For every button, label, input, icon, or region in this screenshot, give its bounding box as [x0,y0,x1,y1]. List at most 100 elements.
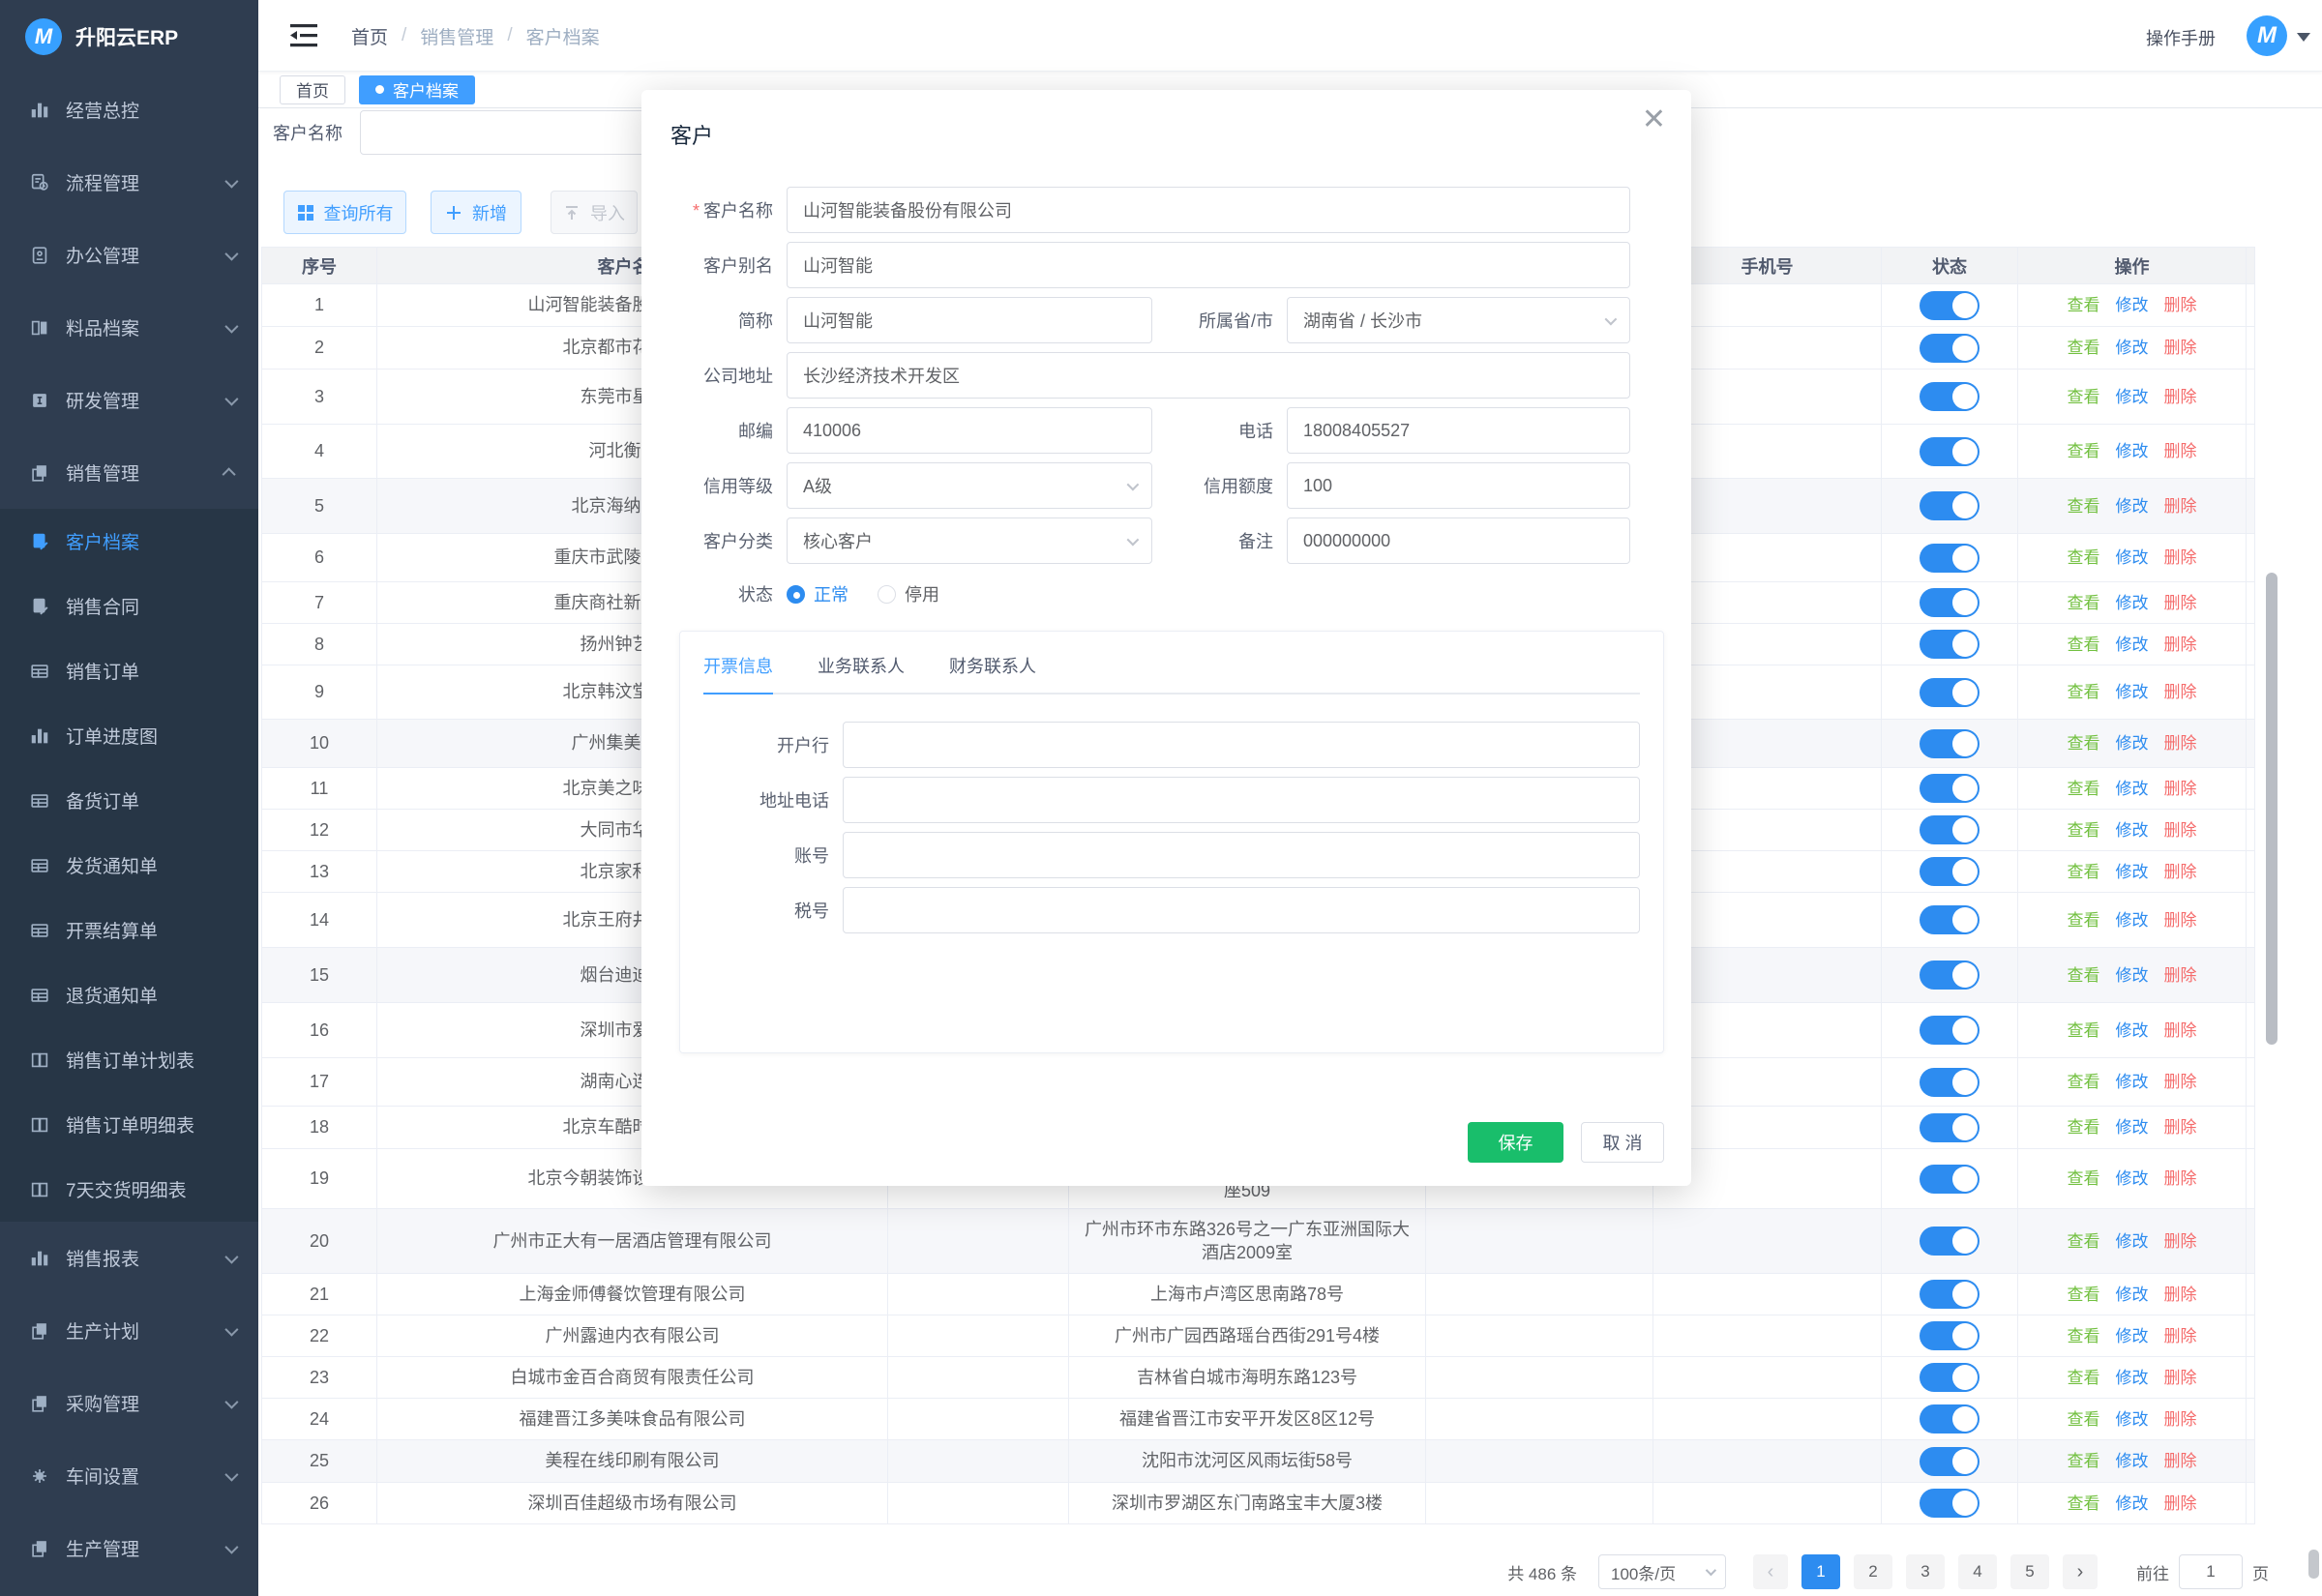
edit-link[interactable]: 修改 [2116,388,2149,406]
menu-fold-icon[interactable] [290,23,317,48]
view-link[interactable]: 查看 [2068,1369,2100,1387]
status-toggle[interactable] [1920,815,1980,844]
status-toggle[interactable] [1920,1165,1980,1194]
tax-no-field[interactable] [843,887,1640,933]
status-toggle[interactable] [1920,1016,1980,1045]
sidebar-item-车间设置[interactable]: 车间设置 [0,1439,258,1512]
bank-field[interactable] [843,722,1640,768]
status-toggle[interactable] [1920,334,1980,363]
edit-link[interactable]: 修改 [2116,442,2149,460]
edit-link[interactable]: 修改 [2116,1369,2149,1387]
bank-address-phone-field[interactable] [843,777,1640,823]
sidebar-item-经营总控[interactable]: 经营总控 [0,74,258,146]
view-link[interactable]: 查看 [2068,594,2100,612]
tab-invoice-info[interactable]: 开票信息 [703,653,773,678]
edit-link[interactable]: 修改 [2116,683,2149,701]
status-radio-normal[interactable]: 正常 [787,581,848,606]
goto-page-input[interactable] [2179,1554,2243,1589]
sidebar-item-料品档案[interactable]: 料品档案 [0,291,258,364]
tab-finance-contact[interactable]: 财务联系人 [949,653,1036,678]
edit-link[interactable]: 修改 [2116,1327,2149,1345]
status-toggle[interactable] [1920,437,1980,466]
edit-link[interactable]: 修改 [2116,1452,2149,1470]
table-scrollbar-thumb[interactable] [2266,573,2277,1045]
status-toggle[interactable] [1920,1113,1980,1142]
delete-link[interactable]: 删除 [2164,548,2197,567]
sidebar-item-销售订单[interactable]: 销售订单 [0,638,258,703]
sidebar-item-7天交货明细表[interactable]: 7天交货明细表 [0,1157,258,1222]
view-link[interactable]: 查看 [2068,1410,2100,1429]
edit-link[interactable]: 修改 [2116,821,2149,840]
tab-home[interactable]: 首页 [280,75,345,104]
view-link[interactable]: 查看 [2068,1169,2100,1188]
add-button[interactable]: 新增 [431,191,521,234]
delete-link[interactable]: 删除 [2164,1118,2197,1137]
status-toggle[interactable] [1920,1447,1980,1476]
sidebar-item-开票结算单[interactable]: 开票结算单 [0,898,258,962]
view-link[interactable]: 查看 [2068,635,2100,654]
tab-business-contact[interactable]: 业务联系人 [818,653,905,678]
view-link[interactable]: 查看 [2068,966,2100,985]
status-toggle[interactable] [1920,961,1980,990]
view-link[interactable]: 查看 [2068,1021,2100,1040]
edit-link[interactable]: 修改 [2116,1021,2149,1040]
page-button-1[interactable]: 1 [1801,1554,1840,1589]
view-link[interactable]: 查看 [2068,780,2100,798]
sidebar-item-备货订单[interactable]: 备货订单 [0,768,258,833]
edit-link[interactable]: 修改 [2116,1169,2149,1188]
delete-link[interactable]: 删除 [2164,1073,2197,1091]
status-toggle[interactable] [1920,857,1980,886]
edit-link[interactable]: 修改 [2116,1494,2149,1513]
edit-link[interactable]: 修改 [2116,911,2149,930]
next-page-button[interactable]: › [2063,1554,2098,1589]
page-scrollbar-thumb[interactable] [2308,1550,2319,1579]
company-address-field[interactable] [787,352,1630,399]
delete-link[interactable]: 删除 [2164,296,2197,314]
edit-link[interactable]: 修改 [2116,1232,2149,1251]
delete-link[interactable]: 删除 [2164,966,2197,985]
sidebar-item-销售合同[interactable]: 销售合同 [0,574,258,638]
view-link[interactable]: 查看 [2068,442,2100,460]
status-toggle[interactable] [1920,1280,1980,1309]
tab-customer-archive[interactable]: 客户档案 [359,75,475,104]
edit-link[interactable]: 修改 [2116,734,2149,753]
sidebar-item-办公管理[interactable]: 办公管理 [0,219,258,291]
edit-link[interactable]: 修改 [2116,966,2149,985]
status-toggle[interactable] [1920,544,1980,573]
sidebar-item-加工车间[interactable]: 加工车间 [0,1584,258,1596]
close-icon[interactable]: ✕ [1642,105,1666,134]
sidebar-item-客户档案[interactable]: 客户档案 [0,509,258,574]
status-toggle[interactable] [1920,1227,1980,1256]
credit-limit-field[interactable] [1287,462,1630,509]
status-toggle[interactable] [1920,729,1980,758]
sidebar-item-采购管理[interactable]: 采购管理 [0,1367,258,1439]
delete-link[interactable]: 删除 [2164,780,2197,798]
customer-alias-field[interactable] [787,242,1630,288]
status-toggle[interactable] [1920,1489,1980,1518]
edit-link[interactable]: 修改 [2116,1118,2149,1137]
province-select[interactable]: 湖南省 / 长沙市 [1287,297,1630,343]
breadcrumb-home[interactable]: 首页 [351,23,388,49]
delete-link[interactable]: 删除 [2164,1021,2197,1040]
view-link[interactable]: 查看 [2068,1494,2100,1513]
status-toggle[interactable] [1920,1404,1980,1433]
sidebar-item-订单进度图[interactable]: 订单进度图 [0,703,258,768]
view-link[interactable]: 查看 [2068,388,2100,406]
edit-link[interactable]: 修改 [2116,1073,2149,1091]
delete-link[interactable]: 删除 [2164,911,2197,930]
delete-link[interactable]: 删除 [2164,683,2197,701]
status-toggle[interactable] [1920,291,1980,320]
view-link[interactable]: 查看 [2068,1118,2100,1137]
view-link[interactable]: 查看 [2068,734,2100,753]
save-button[interactable]: 保存 [1468,1122,1563,1163]
delete-link[interactable]: 删除 [2164,635,2197,654]
edit-link[interactable]: 修改 [2116,780,2149,798]
delete-link[interactable]: 删除 [2164,734,2197,753]
sidebar-item-研发管理[interactable]: 研发管理 [0,364,258,436]
customer-name-field[interactable] [787,187,1630,233]
short-name-field[interactable] [787,297,1152,343]
status-toggle[interactable] [1920,630,1980,659]
view-link[interactable]: 查看 [2068,548,2100,567]
delete-link[interactable]: 删除 [2164,1410,2197,1429]
status-toggle[interactable] [1920,678,1980,707]
